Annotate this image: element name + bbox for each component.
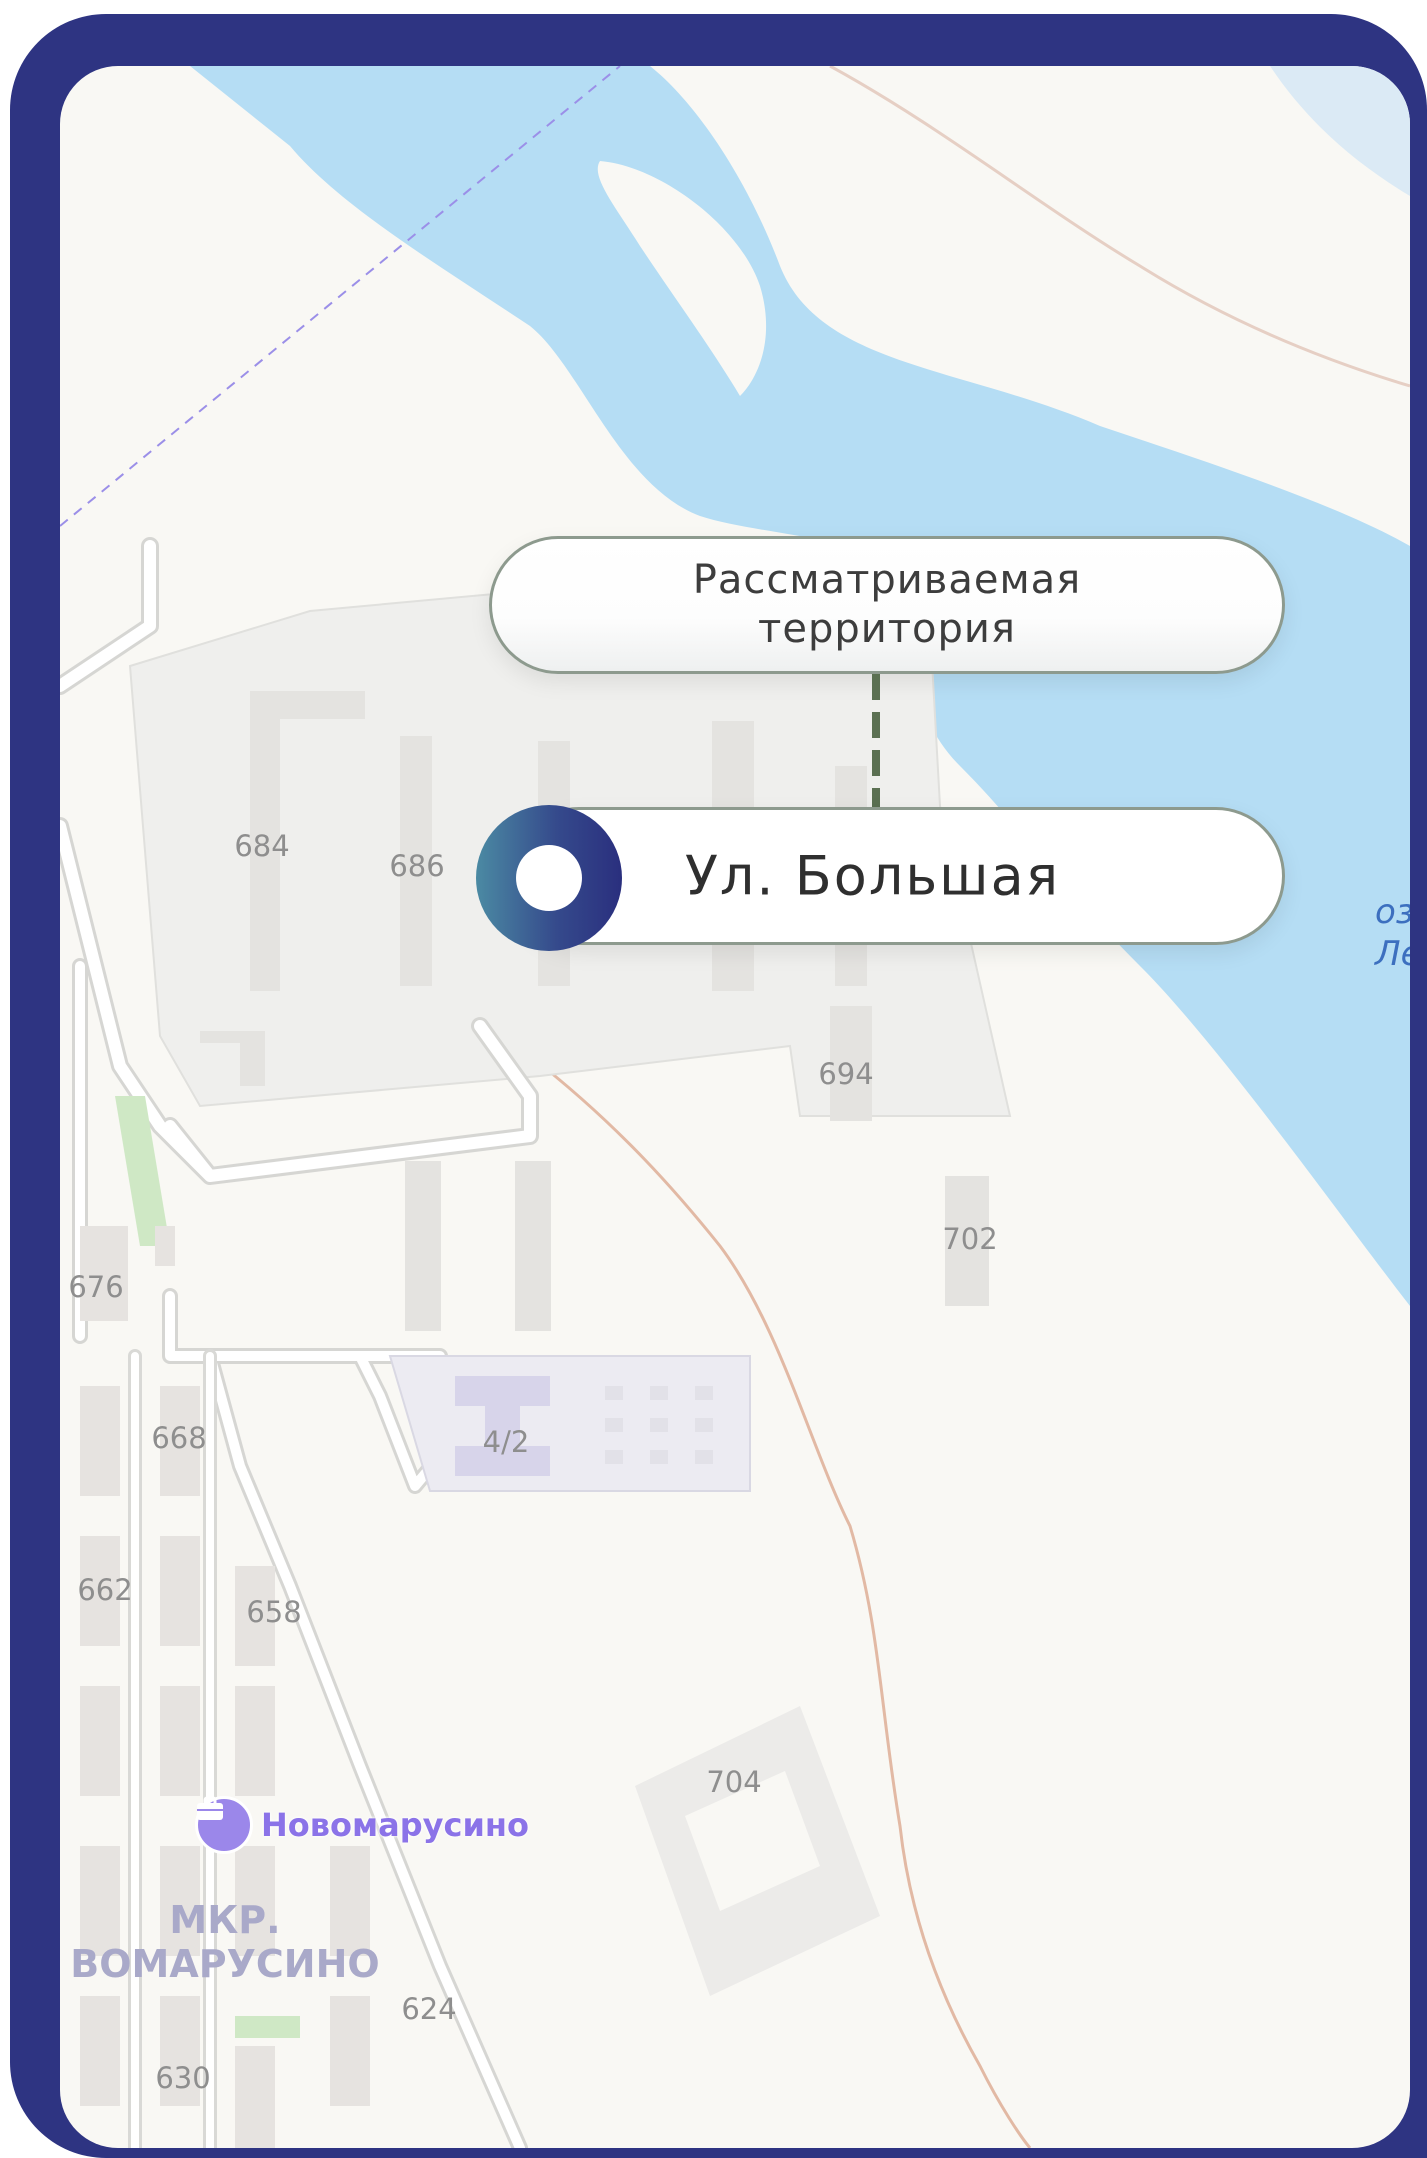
briefcase-icon xyxy=(195,1796,253,1854)
building-label: 4/2 xyxy=(482,1425,530,1459)
building-label: 624 xyxy=(401,1992,457,2026)
water-top-right xyxy=(1270,66,1410,196)
building-label: 704 xyxy=(706,1765,762,1799)
green-patch xyxy=(235,2016,300,2038)
lake-label: оз. Леньк xyxy=(1375,892,1410,974)
marker-dot xyxy=(516,845,582,911)
poi-name: Новомарусино xyxy=(261,1806,529,1844)
building-label: 684 xyxy=(234,829,290,863)
map-frame: 684 686 694 702 676 668 4/2 662 658 704 … xyxy=(10,14,1427,2158)
building-label: 668 xyxy=(151,1421,207,1455)
location-marker-icon[interactable] xyxy=(476,805,622,951)
poi-marker[interactable]: Новомарусино xyxy=(195,1796,529,1854)
building-label: 630 xyxy=(155,2061,211,2095)
building-label: 658 xyxy=(246,1595,302,1629)
street-label: Ул. Большая xyxy=(685,844,1061,908)
building-label: 702 xyxy=(942,1222,998,1256)
territory-callout-label: Рассматриваемая территория xyxy=(692,557,1082,652)
map-canvas[interactable]: 684 686 694 702 676 668 4/2 662 658 704 … xyxy=(60,66,1410,2148)
dashed-connector xyxy=(872,674,880,809)
territory-callout: Рассматриваемая территория xyxy=(489,536,1285,674)
building-label: 694 xyxy=(818,1057,874,1091)
district-label: МКР. ВОМАРУСИНО xyxy=(70,1898,380,1986)
building-label: 676 xyxy=(68,1270,124,1304)
street-pill[interactable]: Ул. Большая xyxy=(510,807,1285,945)
building-label: 662 xyxy=(77,1573,133,1607)
building-label: 686 xyxy=(389,849,445,883)
